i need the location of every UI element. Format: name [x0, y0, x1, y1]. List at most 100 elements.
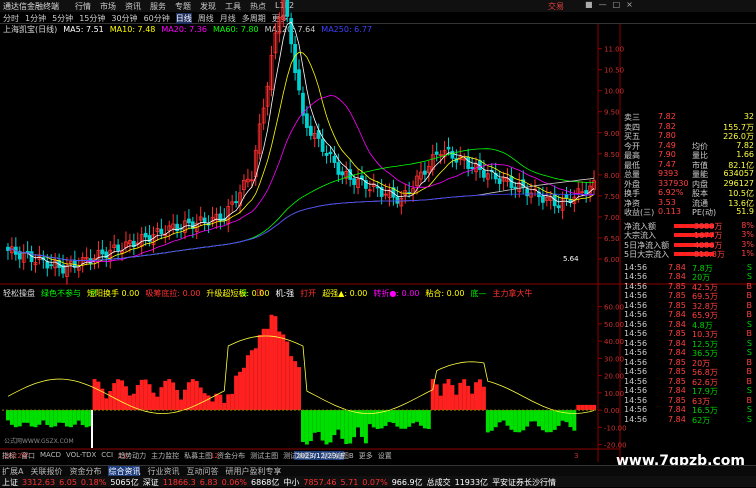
- tick-time: 14:56: [624, 262, 648, 272]
- candle: [324, 153, 329, 156]
- tick-price: 7.84: [668, 386, 686, 395]
- quote-value: 7.49: [658, 140, 676, 150]
- candle: [187, 218, 191, 224]
- tick-side: B: [746, 367, 753, 376]
- indicator-bar: [120, 380, 124, 411]
- indicator-bar: [340, 410, 345, 439]
- indicator-bar: [261, 328, 266, 411]
- flow-label: 5日大宗流入: [624, 250, 670, 259]
- candle: [450, 150, 455, 159]
- indicator-bar: [497, 410, 502, 423]
- tick-side: S: [746, 348, 752, 357]
- indicator-bar: [273, 316, 278, 411]
- tick-side: B: [746, 376, 753, 386]
- candle: [297, 69, 301, 91]
- indicator-bar: [17, 410, 22, 427]
- indicator-bar: [147, 384, 152, 411]
- ma-line: [7, 21, 595, 268]
- tick-side: S: [746, 338, 752, 348]
- indicator-tab[interactable]: CCI: [101, 451, 113, 461]
- tick-price: 7.84: [668, 414, 686, 424]
- indicator-bar: [190, 379, 195, 411]
- candle: [143, 232, 148, 238]
- indicator-bar: [127, 395, 132, 411]
- indicator-bar: [230, 393, 235, 411]
- indicator-bar: [108, 391, 113, 411]
- indicator-bar: [92, 379, 97, 411]
- indicator-bar: [544, 410, 549, 433]
- candle: [497, 178, 502, 184]
- indicator-bar: [556, 410, 561, 426]
- quote-value: 7.47: [658, 159, 676, 169]
- indicator-bar: [249, 350, 254, 411]
- indicator-value: 底—: [470, 289, 487, 298]
- flow-pct: 8%: [741, 220, 754, 230]
- indicator-bar: [242, 367, 246, 411]
- indicator-bar: [501, 410, 506, 421]
- indicator-bar: [458, 382, 463, 411]
- indicator-tab[interactable]: 测试编图A: [283, 451, 316, 461]
- y-tick-label: 8.00: [604, 172, 620, 180]
- indicator-tab[interactable]: 趋势动力: [118, 451, 146, 461]
- indicator-bar: [159, 387, 164, 411]
- indicator-bar: [45, 410, 50, 425]
- indicator-tab[interactable]: 指标: [2, 451, 16, 461]
- indicator-tab[interactable]: 测试主图: [250, 451, 278, 461]
- indicator-bar: [29, 410, 34, 427]
- indicator-tab[interactable]: 私募主图: [184, 451, 212, 461]
- indicator-tab[interactable]: 更多: [359, 451, 373, 461]
- candle: [564, 194, 569, 199]
- indicator-value: 升级超短板: 0.00: [206, 289, 270, 298]
- indicator-tab[interactable]: 设置: [378, 451, 392, 461]
- tick-price: 7.85: [668, 329, 686, 338]
- quote-value: 51.9: [736, 207, 754, 216]
- indicator-tab[interactable]: 测试编图B: [321, 451, 354, 461]
- indicator-bar: [80, 410, 85, 426]
- indicator-bar: [304, 410, 309, 445]
- quote-value: 0.113: [658, 207, 681, 216]
- indicator-bar: [470, 393, 475, 411]
- tick-price: 7.84: [668, 405, 686, 414]
- candle: [234, 201, 238, 204]
- status-item: 0.18%: [80, 478, 107, 487]
- indicator-tab[interactable]: 资金分布: [217, 451, 245, 461]
- tick-time: 14:56: [624, 386, 648, 395]
- info-toolbar: 扩展A 关联报价 资金分布 综合资讯 行业资讯 互动问答 研用户盈利专享: [0, 465, 756, 477]
- tick-time: 14:56: [624, 405, 648, 414]
- indicator-bar: [9, 410, 14, 425]
- quote-value: 337930: [658, 178, 689, 188]
- candle: [525, 188, 530, 197]
- indicator-tab[interactable]: MACD: [40, 451, 61, 461]
- candle: [541, 195, 545, 203]
- status-item: 7857.46: [303, 478, 337, 487]
- indicator-bar: [576, 404, 581, 411]
- indicator-bar: [348, 410, 353, 444]
- quote-row: 收益(三) 0.113 PE(动) 51.9: [622, 207, 756, 218]
- indicator-tab[interactable]: 窗口: [21, 451, 35, 461]
- ma-line: [7, 177, 595, 262]
- indicator-tab[interactable]: VOL-TDX: [66, 451, 96, 461]
- index-status-bar: 上证 3312.63 6.05 0.18% 5065亿 深证 11866.3 6.83 0.06…: [0, 476, 756, 487]
- indicator-tab[interactable]: 主力监控: [151, 451, 179, 461]
- indicator-bar: [151, 392, 156, 411]
- status-item: 6.83: [199, 478, 218, 487]
- candle: [466, 156, 471, 169]
- tick-side: S: [746, 262, 752, 272]
- indicator-bar: [61, 410, 65, 423]
- quote-panel: 卖三 7.82 32 卖四 7.82 155.7万 买五 7.80 226.0万 今开 7.49 均价…: [622, 112, 756, 461]
- indicator-bar: [222, 402, 227, 411]
- indicator-bar: [316, 410, 321, 433]
- indicator-bar: [584, 404, 589, 411]
- status-item: 0.06%: [221, 478, 248, 487]
- indicator-bar: [320, 410, 325, 441]
- flow-pct: 1%: [741, 249, 754, 258]
- quote-value: 634057: [723, 169, 754, 178]
- indicator-bar: [352, 410, 357, 438]
- indicator-value: 主力拿大牛: [492, 289, 533, 298]
- indicator-bar: [415, 410, 419, 422]
- y-tick-label: 8.50: [604, 151, 620, 159]
- quote-value: 3.53: [658, 197, 676, 207]
- quote-value: 7.82: [736, 140, 754, 150]
- tick-side: B: [746, 357, 753, 367]
- indicator-bar: [76, 410, 81, 421]
